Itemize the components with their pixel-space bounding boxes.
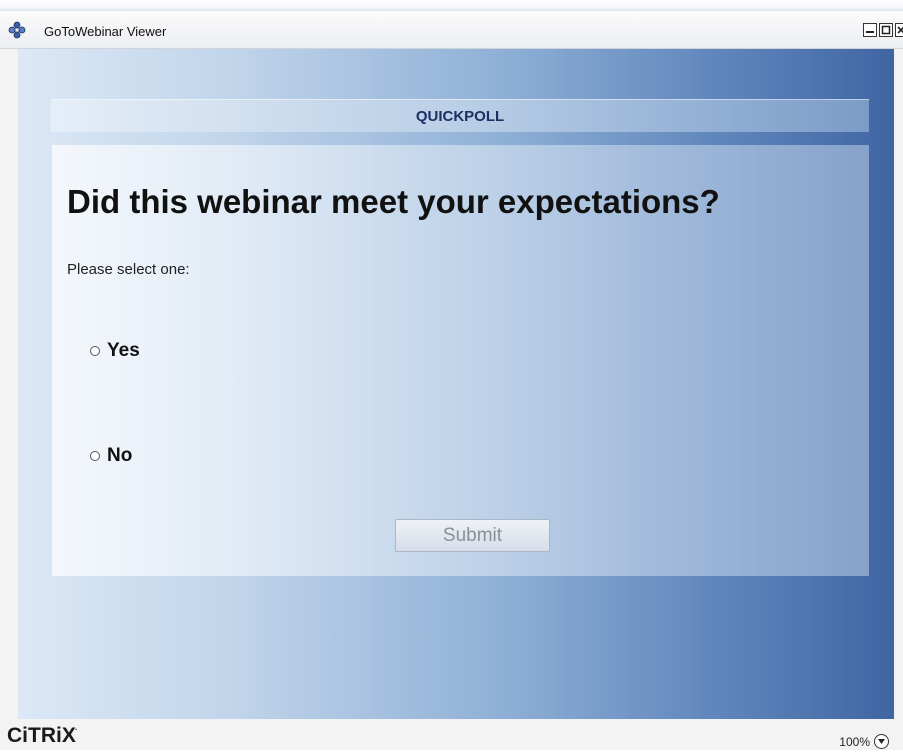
title-bar[interactable]: GoToWebinar Viewer bbox=[0, 11, 903, 49]
maximize-button[interactable] bbox=[879, 23, 893, 37]
footer-bar: CiTRiX · 100% bbox=[0, 719, 903, 750]
poll-instruction: Please select one: bbox=[67, 261, 190, 278]
gotowebinar-flower-icon bbox=[8, 21, 26, 39]
poll-panel: Did this webinar meet your expectations?… bbox=[52, 145, 869, 576]
gotowebinar-viewer-window: GoToWebinar Viewer QUICKPOLL Did this we… bbox=[0, 0, 903, 750]
citrix-logo: CiTRiX · bbox=[7, 723, 87, 753]
option-no[interactable]: No bbox=[90, 445, 132, 467]
option-label-yes: Yes bbox=[107, 340, 140, 361]
poll-header-bar: QUICKPOLL bbox=[51, 99, 869, 132]
poll-question: Did this webinar meet your expectations? bbox=[67, 183, 720, 220]
svg-text:CiTRiX: CiTRiX bbox=[7, 724, 76, 747]
option-label-no: No bbox=[107, 445, 133, 466]
window-title: GoToWebinar Viewer bbox=[44, 24, 167, 39]
zoom-control[interactable]: 100% bbox=[839, 734, 889, 749]
poll-header-title: QUICKPOLL bbox=[415, 108, 505, 125]
zoom-dropdown-button[interactable] bbox=[874, 734, 889, 749]
radio-button-yes[interactable] bbox=[90, 346, 100, 356]
radio-button-no[interactable] bbox=[90, 451, 100, 461]
minimize-icon bbox=[866, 31, 874, 33]
zoom-level: 100% bbox=[839, 734, 870, 749]
close-icon bbox=[897, 26, 903, 34]
svg-text:·: · bbox=[75, 725, 78, 734]
minimize-button[interactable] bbox=[863, 23, 877, 37]
chevron-down-icon bbox=[878, 739, 885, 744]
window-controls bbox=[863, 23, 903, 37]
maximize-icon bbox=[881, 25, 891, 35]
submit-button[interactable]: Submit bbox=[395, 519, 550, 552]
poll-canvas: QUICKPOLL Did this webinar meet your exp… bbox=[18, 49, 894, 719]
option-yes[interactable]: Yes bbox=[90, 340, 140, 362]
close-button[interactable] bbox=[895, 23, 903, 37]
